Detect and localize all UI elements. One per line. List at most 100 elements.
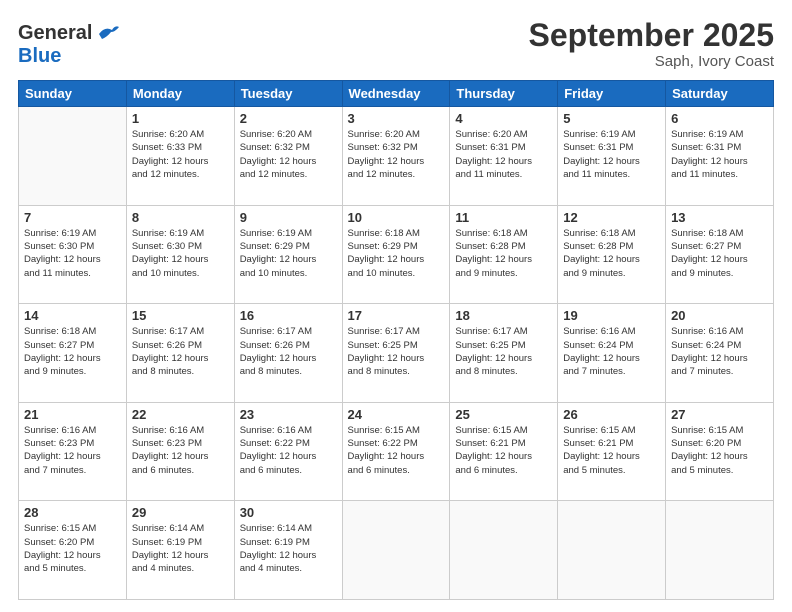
day-info: Sunrise: 6:18 AM Sunset: 6:27 PM Dayligh… bbox=[24, 325, 121, 378]
calendar-week-1: 7 Sunrise: 6:19 AM Sunset: 6:30 PM Daylig… bbox=[19, 205, 774, 304]
day-info: Sunrise: 6:19 AM Sunset: 6:30 PM Dayligh… bbox=[24, 227, 121, 280]
calendar-cell bbox=[19, 107, 127, 206]
day-info: Sunrise: 6:18 AM Sunset: 6:28 PM Dayligh… bbox=[455, 227, 552, 280]
day-info: Sunrise: 6:16 AM Sunset: 6:23 PM Dayligh… bbox=[24, 424, 121, 477]
calendar-cell: 3 Sunrise: 6:20 AM Sunset: 6:32 PM Daylig… bbox=[342, 107, 450, 206]
header: General Blue September 2025 Saph, Ivory … bbox=[18, 18, 774, 70]
day-number: 8 bbox=[132, 210, 229, 225]
calendar-cell: 20Sunrise: 6:16 AM Sunset: 6:24 PM Dayli… bbox=[666, 304, 774, 403]
calendar-cell: 19 Sunrise: 6:16 AM Sunset: 6:24 PM Dayli… bbox=[558, 304, 666, 403]
page: General Blue September 2025 Saph, Ivory … bbox=[0, 0, 792, 612]
day-info: Sunrise: 6:15 AM Sunset: 6:21 PM Dayligh… bbox=[563, 424, 660, 477]
day-info: Sunrise: 6:18 AM Sunset: 6:28 PM Dayligh… bbox=[563, 227, 660, 280]
calendar-cell bbox=[342, 501, 450, 600]
day-info: Sunrise: 6:19 AM Sunset: 6:31 PM Dayligh… bbox=[671, 128, 768, 181]
day-number: 25 bbox=[455, 407, 552, 422]
day-info: Sunrise: 6:16 AM Sunset: 6:24 PM Dayligh… bbox=[563, 325, 660, 378]
day-info: Sunrise: 6:14 AM Sunset: 6:19 PM Dayligh… bbox=[132, 522, 229, 575]
day-number: 30 bbox=[240, 505, 337, 520]
col-thursday: Thursday bbox=[450, 81, 558, 107]
calendar-cell: 7 Sunrise: 6:19 AM Sunset: 6:30 PM Daylig… bbox=[19, 205, 127, 304]
logo-text-container: General Blue bbox=[18, 22, 119, 68]
day-info: Sunrise: 6:19 AM Sunset: 6:29 PM Dayligh… bbox=[240, 227, 337, 280]
calendar-cell: 18Sunrise: 6:17 AM Sunset: 6:25 PM Dayli… bbox=[450, 304, 558, 403]
day-info: Sunrise: 6:15 AM Sunset: 6:22 PM Dayligh… bbox=[348, 424, 445, 477]
day-info: Sunrise: 6:15 AM Sunset: 6:20 PM Dayligh… bbox=[24, 522, 121, 575]
day-info: Sunrise: 6:20 AM Sunset: 6:33 PM Dayligh… bbox=[132, 128, 229, 181]
calendar-cell: 28 Sunrise: 6:15 AM Sunset: 6:20 PM Dayli… bbox=[19, 501, 127, 600]
day-number: 23 bbox=[240, 407, 337, 422]
title-block: September 2025 Saph, Ivory Coast bbox=[529, 18, 774, 70]
logo-container: General Blue bbox=[18, 22, 119, 68]
day-number: 1 bbox=[132, 111, 229, 126]
day-number: 6 bbox=[671, 111, 768, 126]
day-number: 12 bbox=[563, 210, 660, 225]
calendar-cell: 17 Sunrise: 6:17 AM Sunset: 6:25 PM Dayli… bbox=[342, 304, 450, 403]
calendar-cell: 21 Sunrise: 6:16 AM Sunset: 6:23 PM Dayli… bbox=[19, 402, 127, 501]
calendar-cell: 6 Sunrise: 6:19 AM Sunset: 6:31 PM Daylig… bbox=[666, 107, 774, 206]
calendar-cell: 23 Sunrise: 6:16 AM Sunset: 6:22 PM Dayli… bbox=[234, 402, 342, 501]
day-number: 24 bbox=[348, 407, 445, 422]
day-number: 16 bbox=[240, 308, 337, 323]
day-number: 15 bbox=[132, 308, 229, 323]
calendar-week-0: 1 Sunrise: 6:20 AM Sunset: 6:33 PM Daylig… bbox=[19, 107, 774, 206]
day-info: Sunrise: 6:20 AM Sunset: 6:32 PM Dayligh… bbox=[348, 128, 445, 181]
day-info: Sunrise: 6:18 AM Sunset: 6:29 PM Dayligh… bbox=[348, 227, 445, 280]
location: Saph, Ivory Coast bbox=[529, 53, 774, 70]
day-info: Sunrise: 6:19 AM Sunset: 6:31 PM Dayligh… bbox=[563, 128, 660, 181]
calendar-cell: 8 Sunrise: 6:19 AM Sunset: 6:30 PM Daylig… bbox=[126, 205, 234, 304]
calendar-week-4: 28 Sunrise: 6:15 AM Sunset: 6:20 PM Dayli… bbox=[19, 501, 774, 600]
day-number: 29 bbox=[132, 505, 229, 520]
day-number: 3 bbox=[348, 111, 445, 126]
calendar-cell: 5 Sunrise: 6:19 AM Sunset: 6:31 PM Daylig… bbox=[558, 107, 666, 206]
day-number: 10 bbox=[348, 210, 445, 225]
calendar-week-3: 21 Sunrise: 6:16 AM Sunset: 6:23 PM Dayli… bbox=[19, 402, 774, 501]
day-number: 11 bbox=[455, 210, 552, 225]
calendar-cell: 22 Sunrise: 6:16 AM Sunset: 6:23 PM Dayli… bbox=[126, 402, 234, 501]
day-info: Sunrise: 6:17 AM Sunset: 6:25 PM Dayligh… bbox=[455, 325, 552, 378]
calendar-table: Sunday Monday Tuesday Wednesday Thursday… bbox=[18, 80, 774, 600]
day-number: 28 bbox=[24, 505, 121, 520]
day-number: 19 bbox=[563, 308, 660, 323]
day-number: 4 bbox=[455, 111, 552, 126]
col-tuesday: Tuesday bbox=[234, 81, 342, 107]
calendar-cell: 13Sunrise: 6:18 AM Sunset: 6:27 PM Dayli… bbox=[666, 205, 774, 304]
day-info: Sunrise: 6:20 AM Sunset: 6:31 PM Dayligh… bbox=[455, 128, 552, 181]
calendar-cell bbox=[450, 501, 558, 600]
calendar-week-2: 14 Sunrise: 6:18 AM Sunset: 6:27 PM Dayli… bbox=[19, 304, 774, 403]
calendar-cell: 4 Sunrise: 6:20 AM Sunset: 6:31 PM Daylig… bbox=[450, 107, 558, 206]
day-number: 17 bbox=[348, 308, 445, 323]
calendar-cell: 10 Sunrise: 6:18 AM Sunset: 6:29 PM Dayli… bbox=[342, 205, 450, 304]
col-wednesday: Wednesday bbox=[342, 81, 450, 107]
day-number: 14 bbox=[24, 308, 121, 323]
day-number: 9 bbox=[240, 210, 337, 225]
day-info: Sunrise: 6:17 AM Sunset: 6:25 PM Dayligh… bbox=[348, 325, 445, 378]
calendar-cell: 24 Sunrise: 6:15 AM Sunset: 6:22 PM Dayli… bbox=[342, 402, 450, 501]
day-number: 21 bbox=[24, 407, 121, 422]
calendar-cell: 29 Sunrise: 6:14 AM Sunset: 6:19 PM Dayli… bbox=[126, 501, 234, 600]
calendar-cell: 25 Sunrise: 6:15 AM Sunset: 6:21 PM Dayli… bbox=[450, 402, 558, 501]
logo-general-text: General bbox=[18, 22, 92, 45]
col-friday: Friday bbox=[558, 81, 666, 107]
calendar-cell bbox=[666, 501, 774, 600]
calendar-cell: 15 Sunrise: 6:17 AM Sunset: 6:26 PM Dayli… bbox=[126, 304, 234, 403]
logo-blue-text: Blue bbox=[18, 45, 119, 68]
day-info: Sunrise: 6:16 AM Sunset: 6:24 PM Dayligh… bbox=[671, 325, 768, 378]
day-number: 5 bbox=[563, 111, 660, 126]
calendar-cell: 30Sunrise: 6:14 AM Sunset: 6:19 PM Dayli… bbox=[234, 501, 342, 600]
month-title: September 2025 bbox=[529, 18, 774, 53]
calendar-cell: 14 Sunrise: 6:18 AM Sunset: 6:27 PM Dayli… bbox=[19, 304, 127, 403]
day-number: 13 bbox=[671, 210, 768, 225]
calendar-cell: 1 Sunrise: 6:20 AM Sunset: 6:33 PM Daylig… bbox=[126, 107, 234, 206]
day-info: Sunrise: 6:15 AM Sunset: 6:21 PM Dayligh… bbox=[455, 424, 552, 477]
day-number: 22 bbox=[132, 407, 229, 422]
calendar-cell: 27Sunrise: 6:15 AM Sunset: 6:20 PM Dayli… bbox=[666, 402, 774, 501]
day-info: Sunrise: 6:17 AM Sunset: 6:26 PM Dayligh… bbox=[132, 325, 229, 378]
calendar-cell: 9 Sunrise: 6:19 AM Sunset: 6:29 PM Daylig… bbox=[234, 205, 342, 304]
day-number: 7 bbox=[24, 210, 121, 225]
day-number: 27 bbox=[671, 407, 768, 422]
day-info: Sunrise: 6:19 AM Sunset: 6:30 PM Dayligh… bbox=[132, 227, 229, 280]
day-number: 2 bbox=[240, 111, 337, 126]
day-info: Sunrise: 6:16 AM Sunset: 6:22 PM Dayligh… bbox=[240, 424, 337, 477]
day-info: Sunrise: 6:16 AM Sunset: 6:23 PM Dayligh… bbox=[132, 424, 229, 477]
